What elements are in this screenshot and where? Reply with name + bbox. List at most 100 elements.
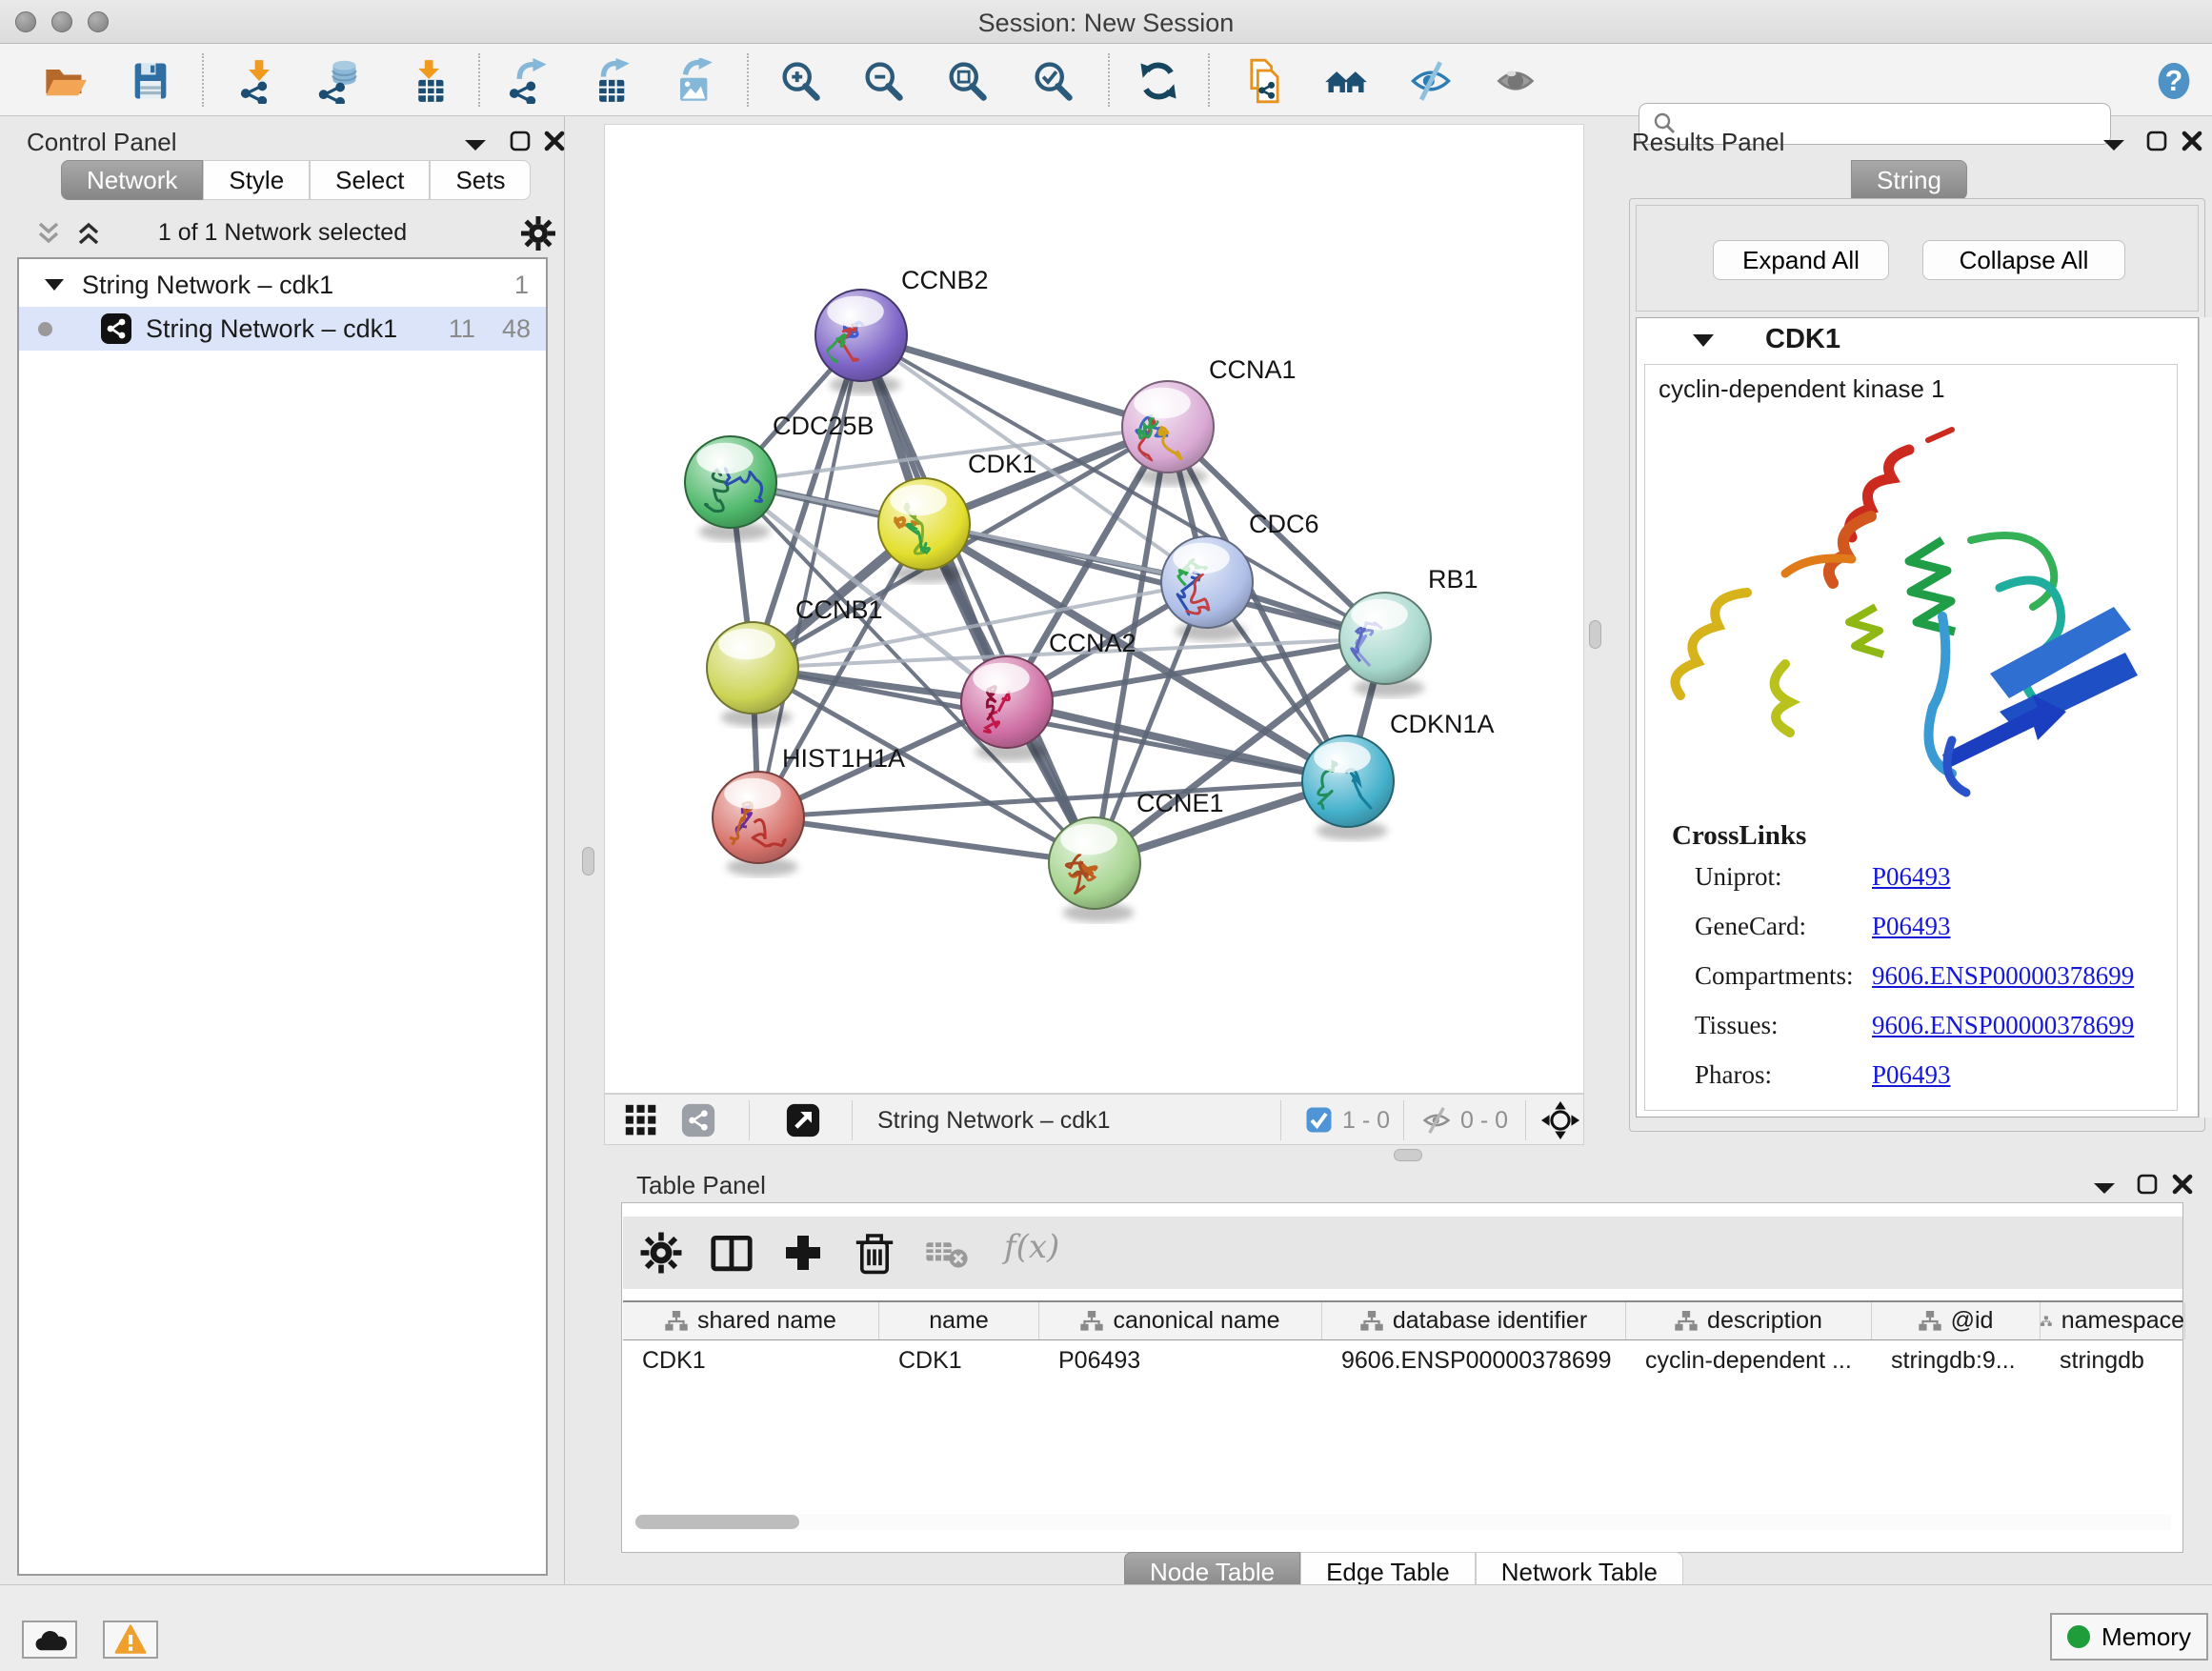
entry-collapse-arrow-icon[interactable] <box>1692 333 1715 348</box>
tree-expand-arrow-icon[interactable] <box>44 278 65 292</box>
table-panel-close-icon[interactable] <box>2171 1173 2194 1196</box>
network-node-ccnb1[interactable] <box>707 622 798 727</box>
function-builder-button[interactable]: f(x) <box>1004 1228 1059 1266</box>
table-panel-collapse-icon[interactable] <box>2092 1180 2117 1196</box>
share-document-button[interactable] <box>1242 57 1290 105</box>
expand-all-button[interactable]: Expand All <box>1713 240 1889 280</box>
svg-text:?: ? <box>2165 65 2183 97</box>
table-panel-float-icon[interactable] <box>2136 1173 2159 1196</box>
table-hscrollbar[interactable] <box>633 1514 2171 1530</box>
refresh-button[interactable] <box>1136 57 1183 105</box>
column-header-canonical-name[interactable]: canonical name <box>1039 1302 1322 1339</box>
right-splitter-handle[interactable] <box>1589 620 1601 649</box>
cell-shared-name[interactable]: CDK1 <box>623 1341 879 1379</box>
crosslink-pharos-link[interactable]: P06493 <box>1872 1060 1951 1090</box>
import-table-button[interactable] <box>404 57 452 105</box>
import-network-button[interactable] <box>236 57 284 105</box>
column-header-database-identifier[interactable]: database identifier <box>1322 1302 1626 1339</box>
cell-database-identifier[interactable]: 9606.ENSP00000378699 <box>1322 1341 1626 1379</box>
table-hscrollbar-thumb[interactable] <box>635 1515 799 1529</box>
network-edge[interactable] <box>861 335 1095 863</box>
network-edge[interactable] <box>758 817 1095 863</box>
network-row-selected[interactable]: String Network – cdk1 11 48 <box>19 307 546 351</box>
homes-button[interactable] <box>1323 57 1371 105</box>
export-image-button[interactable] <box>669 57 716 105</box>
show-all-button[interactable] <box>1494 57 1541 105</box>
column-header-label: shared name <box>697 1307 836 1335</box>
results-panel-collapse-icon[interactable] <box>2101 137 2126 152</box>
export-table-icon <box>587 58 633 104</box>
memory-button[interactable]: Memory <box>2050 1613 2208 1661</box>
cell-name[interactable]: CDK1 <box>879 1341 1039 1379</box>
collection-count: 1 <box>514 271 529 300</box>
network-canvas[interactable]: CCNB2CCNA1CDC25BCDK1CDC6RB1CCNB1CCNA2CDK… <box>604 124 1584 1094</box>
table-settings-gear-button[interactable] <box>638 1230 684 1276</box>
create-column-button[interactable] <box>780 1230 826 1276</box>
network-node-ccne1[interactable] <box>1049 817 1140 922</box>
delete-column-button[interactable] <box>852 1230 897 1276</box>
warning-button[interactable] <box>103 1621 158 1659</box>
open-in-new-window-icon[interactable] <box>786 1103 820 1137</box>
hide-selected-button[interactable] <box>1408 57 1456 105</box>
network-edge[interactable] <box>1007 702 1348 781</box>
save-session-button[interactable] <box>128 57 175 105</box>
column-header--id[interactable]: @id <box>1872 1302 2041 1339</box>
crosslink-compartments-link[interactable]: 9606.ENSP00000378699 <box>1872 961 2134 991</box>
zoom-in-button[interactable] <box>777 57 825 105</box>
import-network-icon <box>236 58 282 104</box>
results-scrollbar[interactable] <box>2199 317 2212 1117</box>
network-node-cdkn1a[interactable] <box>1302 735 1394 840</box>
network-collection-row[interactable]: String Network – cdk1 1 <box>19 263 546 307</box>
control-panel-collapse-icon[interactable] <box>463 137 488 152</box>
crosslink-genecard-link[interactable]: P06493 <box>1872 912 1951 941</box>
network-node-ccna1[interactable] <box>1122 381 1214 486</box>
crosslink-row: Compartments:9606.ENSP00000378699 <box>1695 961 1853 991</box>
import-table-icon <box>404 58 450 104</box>
control-panel-close-icon[interactable] <box>543 130 566 152</box>
column-header-name[interactable]: name <box>879 1302 1039 1339</box>
tab-sets[interactable]: Sets <box>430 160 531 200</box>
tab-network[interactable]: Network <box>61 160 203 200</box>
control-panel-float-icon[interactable] <box>509 130 532 152</box>
cloud-button[interactable] <box>22 1621 77 1659</box>
left-splitter-handle[interactable] <box>582 847 594 876</box>
collapse-all-button[interactable]: Collapse All <box>1922 240 2125 280</box>
network-node-rb1[interactable] <box>1339 593 1431 697</box>
toolbar-separator <box>1280 1100 1281 1140</box>
zoom-fit-button[interactable] <box>944 57 992 105</box>
zoom-out-button[interactable] <box>860 57 908 105</box>
results-panel-close-icon[interactable] <box>2181 130 2203 152</box>
delete-table-button[interactable] <box>924 1230 970 1276</box>
column-header-shared-name[interactable]: shared name <box>623 1302 879 1339</box>
network-share-icon[interactable] <box>681 1103 715 1137</box>
column-header-description[interactable]: description <box>1626 1302 1872 1339</box>
cell-canonical-name[interactable]: P06493 <box>1039 1341 1322 1379</box>
table-row[interactable]: CDK1CDK1P064939606.ENSP00000378699cyclin… <box>623 1341 2182 1379</box>
tab-select[interactable]: Select <box>310 160 430 200</box>
fit-crosshair-icon[interactable] <box>1540 1100 1580 1140</box>
selected-checkbox-icon[interactable] <box>1306 1107 1332 1133</box>
crosslink-tissues-link[interactable]: 9606.ENSP00000378699 <box>1872 1011 2134 1040</box>
tab-style[interactable]: Style <box>203 160 310 200</box>
cell-description[interactable]: cyclin-dependent ... <box>1626 1341 1872 1379</box>
string-network-graph[interactable]: CCNB2CCNA1CDC25BCDK1CDC6RB1CCNB1CCNA2CDK… <box>605 125 1583 1093</box>
export-network-button[interactable] <box>505 57 553 105</box>
export-table-button[interactable] <box>587 57 634 105</box>
import-network-from-database-button[interactable] <box>316 57 364 105</box>
tab-string[interactable]: String <box>1851 160 1967 200</box>
show-columns-button[interactable] <box>709 1230 754 1276</box>
cell-namespace[interactable]: stringdb <box>2041 1341 2185 1379</box>
cell--id[interactable]: stringdb:9... <box>1872 1341 2041 1379</box>
zoom-selected-button[interactable] <box>1030 57 1077 105</box>
network-node-cdc25b[interactable] <box>685 436 776 541</box>
open-session-button[interactable] <box>42 57 90 105</box>
network-node-ccnb2[interactable] <box>815 290 907 394</box>
help-button[interactable]: ? <box>2151 57 2199 105</box>
results-panel-float-icon[interactable] <box>2145 130 2168 152</box>
crosslink-uniprot-link[interactable]: P06493 <box>1872 862 1951 892</box>
birds-eye-grid-icon[interactable] <box>624 1103 658 1137</box>
network-options-gear-icon[interactable] <box>520 215 556 252</box>
network-edge[interactable] <box>861 335 1168 427</box>
network-node-hist1h1a[interactable] <box>713 772 804 876</box>
column-header-namespace[interactable]: namespace <box>2041 1302 2185 1339</box>
